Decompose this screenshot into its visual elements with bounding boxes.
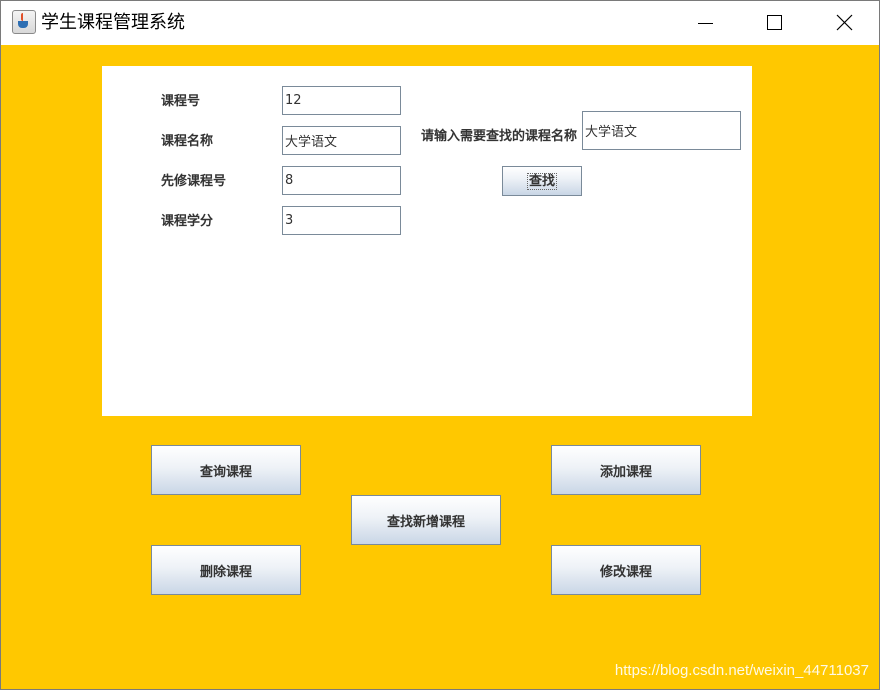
find-button[interactable]: 查找 [502, 166, 582, 196]
window-title: 学生课程管理系统 [41, 12, 185, 33]
search-name-input[interactable] [582, 111, 741, 150]
delete-course-button[interactable]: 删除课程 [151, 545, 301, 595]
course-name-label: 课程名称 [161, 134, 214, 149]
find-new-course-button[interactable]: 查找新增课程 [351, 495, 501, 545]
query-course-button[interactable]: 查询课程 [151, 445, 301, 495]
prereq-label: 先修课程号 [161, 174, 227, 189]
credit-input[interactable] [282, 206, 401, 235]
credit-label: 课程学分 [161, 214, 214, 229]
search-label: 请输入需要查找的课程名称 [421, 129, 578, 144]
maximize-button[interactable] [739, 1, 809, 45]
close-button[interactable] [809, 1, 879, 45]
modify-course-button[interactable]: 修改课程 [551, 545, 701, 595]
title-bar[interactable]: 学生课程管理系统 [1, 1, 879, 45]
course-id-label: 课程号 [161, 94, 201, 109]
prereq-input[interactable] [282, 166, 401, 195]
course-form-panel: 课程号 课程名称 先修课程号 课程学分 请输入需要查找的课程名称 查找 [102, 66, 752, 416]
find-button-label: 查找 [526, 172, 557, 190]
maximize-icon [767, 15, 782, 30]
minimize-icon [698, 23, 713, 24]
minimize-button[interactable] [671, 1, 741, 45]
add-course-button[interactable]: 添加课程 [551, 445, 701, 495]
close-icon [836, 14, 853, 31]
watermark-text: https://blog.csdn.net/weixin_44711037 [614, 662, 869, 679]
java-cup-icon [12, 10, 36, 34]
course-name-input[interactable] [282, 126, 401, 155]
app-window: 学生课程管理系统 课程号 课程名称 先修课程号 课程学分 请输入需要查找的课程名… [0, 0, 880, 690]
course-id-input[interactable] [282, 86, 401, 115]
